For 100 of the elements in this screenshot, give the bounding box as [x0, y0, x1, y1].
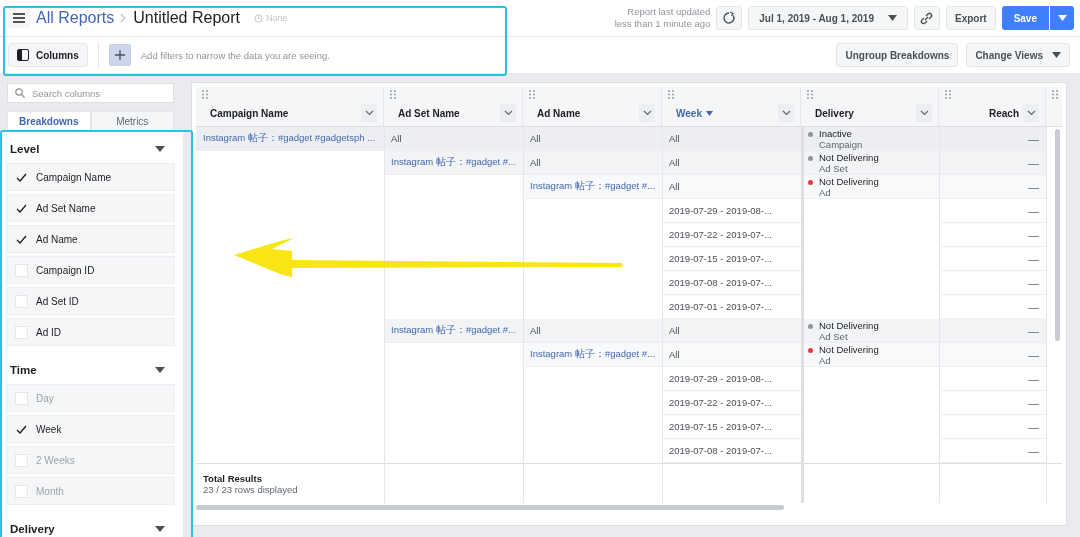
plus-icon	[114, 50, 125, 60]
delivery-level: Ad	[819, 187, 832, 198]
table-cell: All	[662, 319, 801, 343]
column-menu-button[interactable]	[639, 104, 655, 122]
caret-icon	[887, 15, 897, 21]
table-cell: —	[939, 319, 1046, 343]
delivery-level: Ad Set	[819, 163, 849, 174]
table-cell: All	[662, 151, 801, 175]
refresh-button[interactable]	[716, 6, 743, 30]
add-filter-button[interactable]	[108, 44, 131, 66]
table-cell: All	[523, 319, 662, 343]
drag-handle-icon[interactable]	[945, 90, 951, 99]
checkbox[interactable]	[15, 263, 28, 277]
delivery-status: Not Delivering	[819, 152, 879, 163]
drag-handle-icon[interactable]	[668, 90, 674, 99]
sidebar-tab[interactable]: Breakdowns	[7, 111, 91, 131]
column-header[interactable]: Ad Set Name	[384, 87, 523, 127]
caret-icon	[1052, 52, 1061, 58]
breadcrumb-link[interactable]: All Reports	[36, 9, 115, 27]
delivery-status: Not Delivering	[819, 176, 879, 187]
search-field[interactable]: Search columns	[7, 83, 174, 103]
drag-handle-icon[interactable]	[390, 90, 396, 99]
column-header[interactable]: Ad Name	[523, 87, 662, 127]
checkbox[interactable]	[15, 325, 28, 339]
menu-button[interactable]	[8, 8, 30, 28]
breakdown-option[interactable]: Campaign ID	[7, 256, 175, 284]
table-cell: All	[523, 151, 662, 175]
chevron-icon	[1026, 110, 1036, 116]
breakdown-option[interactable]: Campaign Name	[7, 163, 175, 191]
column-header[interactable]: Week	[662, 87, 801, 127]
table-cell: All	[384, 127, 523, 151]
drag-handle-icon[interactable]	[807, 90, 813, 99]
drag-handle-icon[interactable]	[529, 90, 535, 99]
name-link[interactable]: Instagram 帖子：#gadget #...	[530, 348, 656, 361]
date-range-button[interactable]: Jul 1, 2019 - Aug 1, 2019	[748, 6, 908, 30]
horizontal-scrollbar[interactable]	[196, 505, 784, 510]
refresh-icon	[722, 11, 737, 25]
name-link[interactable]: Instagram 帖子：#gadget #...	[530, 180, 656, 193]
table-cell: —	[939, 343, 1046, 367]
search-icon	[15, 88, 25, 98]
link-button[interactable]	[913, 6, 940, 30]
name-link[interactable]: Instagram 帖子：#gadget #...	[391, 324, 517, 337]
section-title: Time	[10, 364, 37, 376]
column-menu-button[interactable]	[778, 104, 794, 122]
report-title: Untitled Report	[133, 9, 240, 27]
column-header[interactable]: Campaign Name	[196, 87, 384, 127]
table-cell: —	[939, 175, 1046, 199]
chevron-icon	[120, 13, 128, 23]
breakdown-option[interactable]: Ad ID	[7, 318, 175, 346]
section-title: Level	[10, 143, 40, 155]
table-cell: All	[662, 343, 801, 367]
vertical-scrollbar[interactable]	[1055, 129, 1060, 341]
caret-icon[interactable]	[155, 146, 165, 152]
column-header[interactable]: Reach	[939, 87, 1046, 127]
delivery-status: Inactive	[819, 128, 853, 139]
update-time: less than 1 minute ago	[614, 18, 711, 30]
ungroup-button[interactable]: Ungroup Breakdowns	[836, 43, 959, 67]
sidebar-tab[interactable]: Metrics	[90, 111, 174, 131]
column-menu-button[interactable]	[500, 104, 516, 122]
save-button[interactable]: Save	[1001, 6, 1049, 30]
delivery-status: Not Delivering	[819, 344, 879, 355]
breakdown-option[interactable]: Ad Name	[7, 225, 175, 253]
breakdown-option[interactable]: Ad Set Name	[7, 194, 175, 222]
name-link[interactable]: Instagram 帖子：#gadget #gadgetsph ...	[203, 132, 376, 145]
save-menu-button[interactable]	[1050, 6, 1074, 30]
clock-icon	[253, 13, 263, 23]
change-views-button[interactable]: Change Views	[966, 43, 1070, 67]
table-cell: All	[523, 127, 662, 151]
drag-handle-icon[interactable]	[202, 90, 208, 99]
chevron-icon	[919, 110, 929, 116]
chevron-icon	[503, 110, 513, 116]
table-cell: —	[939, 127, 1046, 151]
table-cell: All	[662, 175, 801, 199]
menu-icon	[13, 13, 25, 23]
name-link[interactable]: Instagram 帖子：#gadget #...	[391, 156, 517, 169]
table-cell: All	[662, 127, 801, 151]
column-menu-button[interactable]	[361, 104, 377, 122]
caret-icon[interactable]	[155, 367, 165, 373]
delivery-status: Not Delivering	[819, 320, 879, 331]
columns-button[interactable]: Columns	[8, 43, 88, 67]
delivery-level: Ad	[819, 355, 832, 366]
total-label: Total Results	[203, 472, 263, 484]
column-header[interactable]: Delivery	[801, 87, 939, 127]
caret-icon[interactable]	[155, 526, 165, 532]
link-icon	[919, 10, 935, 26]
chevron-icon	[781, 110, 791, 116]
delivery-level: Ad Set	[819, 331, 849, 342]
table-cell: —	[939, 151, 1046, 175]
chevron-icon	[364, 110, 374, 116]
delivery-level: Campaign	[819, 139, 863, 150]
chevron-icon	[642, 110, 652, 116]
drag-handle-icon[interactable]	[1052, 90, 1058, 99]
breakdown-option[interactable]: Ad Set ID	[7, 287, 175, 315]
checkbox[interactable]	[15, 294, 28, 308]
column-menu-button[interactable]	[1023, 104, 1039, 122]
update-status: Report last updated	[627, 6, 711, 18]
sort-icon	[705, 110, 713, 116]
column-menu-button[interactable]	[916, 104, 932, 122]
export-button[interactable]: Export	[945, 6, 996, 30]
breakdown-option[interactable]: Week	[7, 415, 175, 443]
